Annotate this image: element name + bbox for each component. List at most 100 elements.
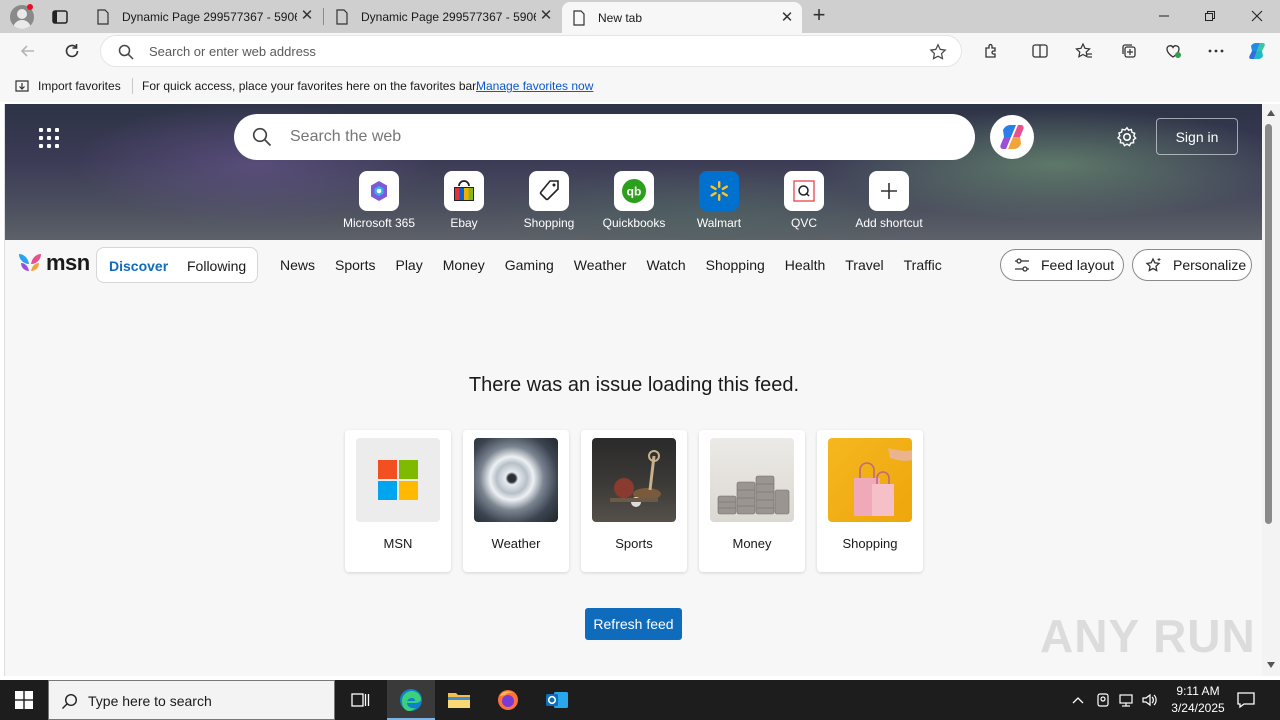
nav-gaming[interactable]: Gaming	[505, 257, 554, 273]
category-card-msn[interactable]: MSN	[345, 430, 451, 572]
profile-notification-dot	[27, 4, 33, 10]
task-view-icon[interactable]	[336, 680, 384, 720]
nav-watch[interactable]: Watch	[646, 257, 685, 273]
nav-sports[interactable]: Sports	[335, 257, 375, 273]
address-bar[interactable]: Search or enter web address	[100, 35, 962, 67]
split-screen-icon[interactable]	[1030, 41, 1050, 61]
feed-layout-label: Feed layout	[1041, 257, 1115, 273]
taskbar-clock[interactable]: 9:11 AM 3/24/2025	[1163, 683, 1233, 717]
document-icon	[573, 9, 585, 26]
tab-new-tab-active[interactable]: New tab ✕	[562, 2, 802, 33]
copilot-icon[interactable]	[1247, 41, 1267, 61]
nav-health[interactable]: Health	[785, 257, 825, 273]
category-card-shopping[interactable]: Shopping	[817, 430, 923, 572]
feed-error-message: There was an issue loading this feed.	[468, 374, 800, 396]
tab-dynamic-page-2[interactable]: Dynamic Page 299577367 - 59063 ✕	[325, 0, 561, 33]
collections-icon[interactable]	[1119, 41, 1139, 61]
shortcut-walmart[interactable]: Walmart	[677, 171, 761, 230]
nav-weather[interactable]: Weather	[574, 257, 627, 273]
search-icon	[62, 693, 78, 709]
document-icon	[97, 8, 109, 25]
shortcut-shopping[interactable]: Shopping	[507, 171, 591, 230]
msn-new-tab-page: Search the web Sign in Microsoft 365 Eba…	[4, 104, 1262, 676]
plus-icon	[869, 171, 909, 211]
app-launcher-icon[interactable]	[39, 128, 59, 148]
nav-play[interactable]: Play	[395, 257, 422, 273]
tab-following[interactable]: Following	[187, 258, 246, 274]
sliders-icon	[1015, 258, 1029, 272]
microsoft-logo-icon	[356, 438, 440, 522]
manage-favorites-link[interactable]: Manage favorites now	[476, 79, 593, 93]
scroll-up-arrow-icon[interactable]	[1267, 110, 1275, 116]
minimize-icon[interactable]	[1141, 0, 1187, 32]
windows-start-icon[interactable]	[0, 680, 48, 720]
favorite-star-icon[interactable]	[929, 43, 947, 61]
shortcut-ebay[interactable]: Ebay	[422, 171, 506, 230]
close-tab-icon[interactable]: ✕	[300, 8, 314, 23]
restore-icon[interactable]	[1187, 0, 1233, 32]
shortcut-microsoft-365[interactable]: Microsoft 365	[337, 171, 421, 230]
extensions-icon[interactable]	[981, 41, 1001, 61]
msn-nav-row: msn Discover Following News Sports Play Mon…	[5, 240, 1262, 292]
volume-icon[interactable]	[1140, 680, 1160, 720]
settings-gear-icon[interactable]	[1116, 126, 1138, 148]
file-explorer-icon[interactable]	[435, 680, 483, 720]
show-hidden-icons-chevron-icon[interactable]	[1068, 680, 1088, 720]
search-icon	[118, 44, 134, 60]
edge-taskbar-icon[interactable]	[387, 680, 435, 720]
scroll-down-arrow-icon[interactable]	[1267, 662, 1275, 668]
category-label: MSN	[383, 536, 413, 551]
nav-news[interactable]: News	[280, 257, 315, 273]
copilot-button[interactable]	[990, 115, 1034, 159]
outlook-icon[interactable]	[533, 680, 581, 720]
more-options-icon[interactable]	[1206, 41, 1226, 61]
close-tab-icon[interactable]: ✕	[539, 8, 553, 23]
clock-time: 9:11 AM	[1176, 684, 1220, 698]
browser-essentials-icon[interactable]	[1163, 41, 1183, 61]
refresh-feed-button[interactable]: Refresh feed	[585, 608, 682, 640]
category-card-sports[interactable]: Sports	[581, 430, 687, 572]
new-tab-plus-icon[interactable]: +	[808, 4, 830, 27]
hero-background: Search the web Sign in Microsoft 365 Eba…	[5, 104, 1262, 240]
shortcut-add[interactable]: Add shortcut	[847, 171, 931, 230]
notification-center-icon[interactable]	[1236, 690, 1256, 710]
firefox-icon[interactable]	[484, 680, 532, 720]
tab-title: Dynamic Page 299577367 - 59063	[361, 9, 536, 24]
category-card-money[interactable]: Money	[699, 430, 805, 572]
tab-discover[interactable]: Discover	[109, 258, 168, 274]
shortcut-qvc[interactable]: QVC	[762, 171, 846, 230]
close-tab-icon[interactable]: ✕	[780, 10, 794, 25]
shortcut-quickbooks[interactable]: qb Quickbooks	[592, 171, 676, 230]
nav-travel[interactable]: Travel	[845, 257, 883, 273]
import-favorites-button[interactable]: Import favorites	[14, 78, 121, 94]
taskbar-search-placeholder: Type here to search	[88, 693, 212, 709]
msn-logo[interactable]: msn	[17, 250, 90, 276]
nav-traffic[interactable]: Traffic	[904, 257, 942, 273]
windows-taskbar: Type here to search 9:11 AM 3/24/2025	[0, 680, 1280, 720]
back-arrow-icon[interactable]	[18, 41, 38, 61]
shortcut-label: Quickbooks	[602, 216, 666, 230]
meet-now-icon[interactable]	[1093, 680, 1113, 720]
nav-shopping[interactable]: Shopping	[706, 257, 765, 273]
tab-actions-icon[interactable]	[50, 7, 70, 27]
web-search-box[interactable]: Search the web	[234, 114, 975, 160]
personalize-label: Personalize	[1173, 257, 1247, 273]
sign-in-button[interactable]: Sign in	[1156, 118, 1238, 155]
feed-layout-button[interactable]: Feed layout	[1000, 249, 1124, 281]
svg-text:qb: qb	[627, 185, 642, 199]
category-card-weather[interactable]: Weather	[463, 430, 569, 572]
tab-title: New tab	[598, 10, 643, 25]
page-scrollbar[interactable]	[1262, 104, 1280, 676]
favorites-icon[interactable]	[1074, 41, 1094, 61]
favorites-separator	[132, 78, 133, 94]
tab-separator	[323, 8, 324, 25]
tab-dynamic-page-1[interactable]: Dynamic Page 299577367 - 59063 ✕	[86, 0, 322, 33]
close-window-icon[interactable]	[1234, 0, 1280, 32]
shortcut-label: Ebay	[450, 216, 478, 230]
scrollbar-thumb[interactable]	[1265, 124, 1272, 524]
nav-money[interactable]: Money	[443, 257, 485, 273]
personalize-button[interactable]: Personalize	[1132, 249, 1252, 281]
refresh-icon[interactable]	[62, 41, 82, 61]
network-icon[interactable]	[1116, 680, 1136, 720]
taskbar-search-box[interactable]: Type here to search	[48, 680, 335, 720]
